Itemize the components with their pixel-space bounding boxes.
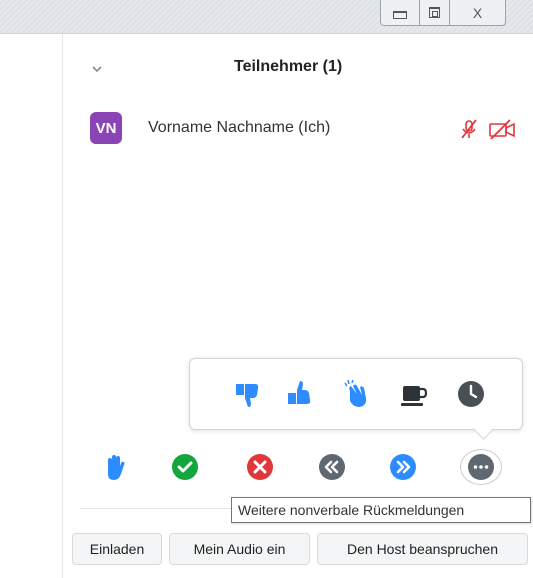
minimize-icon bbox=[393, 10, 407, 19]
close-icon: X bbox=[472, 4, 483, 21]
mic-muted-icon[interactable] bbox=[458, 118, 480, 140]
close-button[interactable]: X bbox=[450, 0, 506, 26]
unmute-button[interactable]: Mein Audio ein bbox=[169, 533, 310, 565]
yes-check-icon[interactable] bbox=[170, 452, 200, 482]
clock-icon[interactable] bbox=[454, 377, 488, 411]
chevron-down-icon[interactable] bbox=[90, 62, 104, 76]
maximize-icon bbox=[429, 7, 440, 18]
tooltip: Weitere nonverbale Rückmeldungen bbox=[231, 497, 531, 523]
thumbs-up-icon[interactable] bbox=[282, 377, 316, 411]
more-dots-icon bbox=[468, 454, 494, 480]
participant-row[interactable]: VN Vorname Nachname (Ich) bbox=[90, 112, 520, 148]
go-slower-icon[interactable] bbox=[317, 452, 347, 482]
more-feedback-button[interactable] bbox=[460, 449, 502, 485]
reactions-popup bbox=[189, 358, 523, 430]
raise-hand-icon[interactable] bbox=[100, 452, 130, 482]
invite-button[interactable]: Einladen bbox=[72, 533, 162, 565]
thumbs-down-icon[interactable] bbox=[230, 377, 264, 411]
claim-host-button[interactable]: Den Host beanspruchen bbox=[317, 533, 528, 565]
panel-title: Teilnehmer (1) bbox=[234, 58, 343, 75]
avatar: VN bbox=[90, 112, 122, 144]
no-cross-icon[interactable] bbox=[245, 452, 275, 482]
participant-name: Vorname Nachname (Ich) bbox=[148, 119, 331, 136]
maximize-button[interactable] bbox=[420, 0, 450, 26]
coffee-icon[interactable] bbox=[397, 377, 431, 411]
clap-icon[interactable] bbox=[340, 377, 374, 411]
panel-divider bbox=[62, 34, 63, 578]
video-off-icon[interactable] bbox=[488, 118, 516, 140]
minimize-button[interactable] bbox=[380, 0, 420, 26]
go-faster-icon[interactable] bbox=[388, 452, 418, 482]
